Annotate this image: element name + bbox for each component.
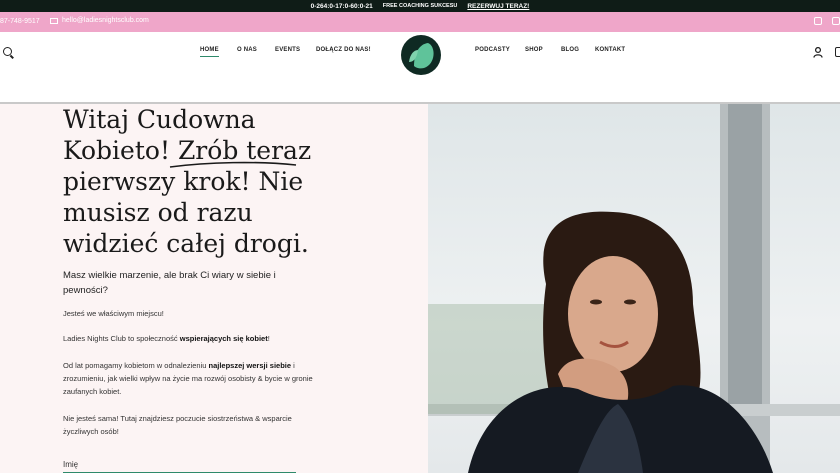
- cart-icon[interactable]: [835, 47, 840, 57]
- nav-blog[interactable]: BLOG: [561, 47, 579, 53]
- main-navigation: HOME O NAS EVENTS DOŁĄCZ DO NAS! PODCAST…: [0, 32, 840, 104]
- nav-join[interactable]: DOŁĄCZ DO NAS!: [316, 47, 371, 53]
- heading-line-4: musisz od razu: [63, 198, 253, 227]
- phone-number[interactable]: 87-748-9517: [0, 18, 40, 25]
- heading-line-3: pierwszy krok! Nie: [63, 167, 304, 196]
- woman-portrait-image: [428, 104, 840, 473]
- hero-paragraph-4: Nie jesteś sama! Tutaj znajdziesz poczuc…: [63, 414, 292, 436]
- p2-bold: wspierających się kobiet: [179, 334, 268, 343]
- mail-icon: [50, 17, 58, 24]
- nav-shop[interactable]: SHOP: [525, 47, 543, 53]
- email-text: hello@ladiesnightsclub.com: [62, 17, 149, 24]
- user-icon[interactable]: [813, 47, 823, 58]
- heading-line-5: widzieć całej drogi.: [63, 229, 309, 258]
- p3-text: Od lat pomagamy kobietom w odnalezieniu: [63, 361, 209, 370]
- p2-end: !: [267, 334, 270, 343]
- hours-text: 0-264:0-17:0-60:0-21: [310, 2, 373, 10]
- nav-podcasts[interactable]: PODCASTY: [475, 47, 510, 53]
- hero-heading: Witaj Cudowna Kobieto! Zrób teraz pierws…: [63, 104, 323, 259]
- nav-about[interactable]: O NAS: [237, 47, 257, 53]
- hero-paragraph-3: Od lat pomagamy kobietom w odnalezieniu …: [63, 359, 313, 398]
- name-field-label: Imię: [63, 460, 79, 469]
- heading-underline-swoosh: [169, 161, 297, 168]
- email-link[interactable]: hello@ladiesnightsclub.com: [50, 17, 149, 24]
- nav-events[interactable]: EVENTS: [275, 47, 300, 53]
- top-announcement-bar: 0-264:0-17:0-60:0-21 FREE COACHING SUKCE…: [0, 0, 840, 12]
- nav-contact[interactable]: KONTAKT: [595, 47, 625, 53]
- p3-bold: najlepszej wersji siebie: [208, 361, 292, 370]
- hero-lead: Masz wielkie marzenie, ale brak Ci wiary…: [63, 270, 276, 296]
- promo-text: FREE COACHING SUKCESU: [382, 3, 458, 9]
- nav-home[interactable]: HOME: [200, 47, 219, 57]
- instagram-icon[interactable]: [832, 17, 840, 25]
- envelope-social-icon[interactable]: [814, 17, 822, 25]
- p2-text: Ladies Nights Club to społeczność: [63, 334, 180, 343]
- contact-bar: 87-748-9517 hello@ladiesnightsclub.com: [0, 12, 840, 32]
- hero-paragraph-2: Ladies Nights Club to społeczność wspier…: [63, 332, 313, 345]
- social-links: [814, 17, 840, 25]
- hero-photo: [428, 104, 840, 473]
- club-logo[interactable]: [400, 34, 442, 76]
- search-icon[interactable]: [3, 47, 12, 56]
- book-now-link[interactable]: REZERWUJ TERAZ!: [467, 3, 529, 10]
- heading-line-1: Witaj Cudowna: [63, 105, 256, 134]
- hero-paragraph-1: Jesteś we właściwym miejscu!: [63, 309, 164, 318]
